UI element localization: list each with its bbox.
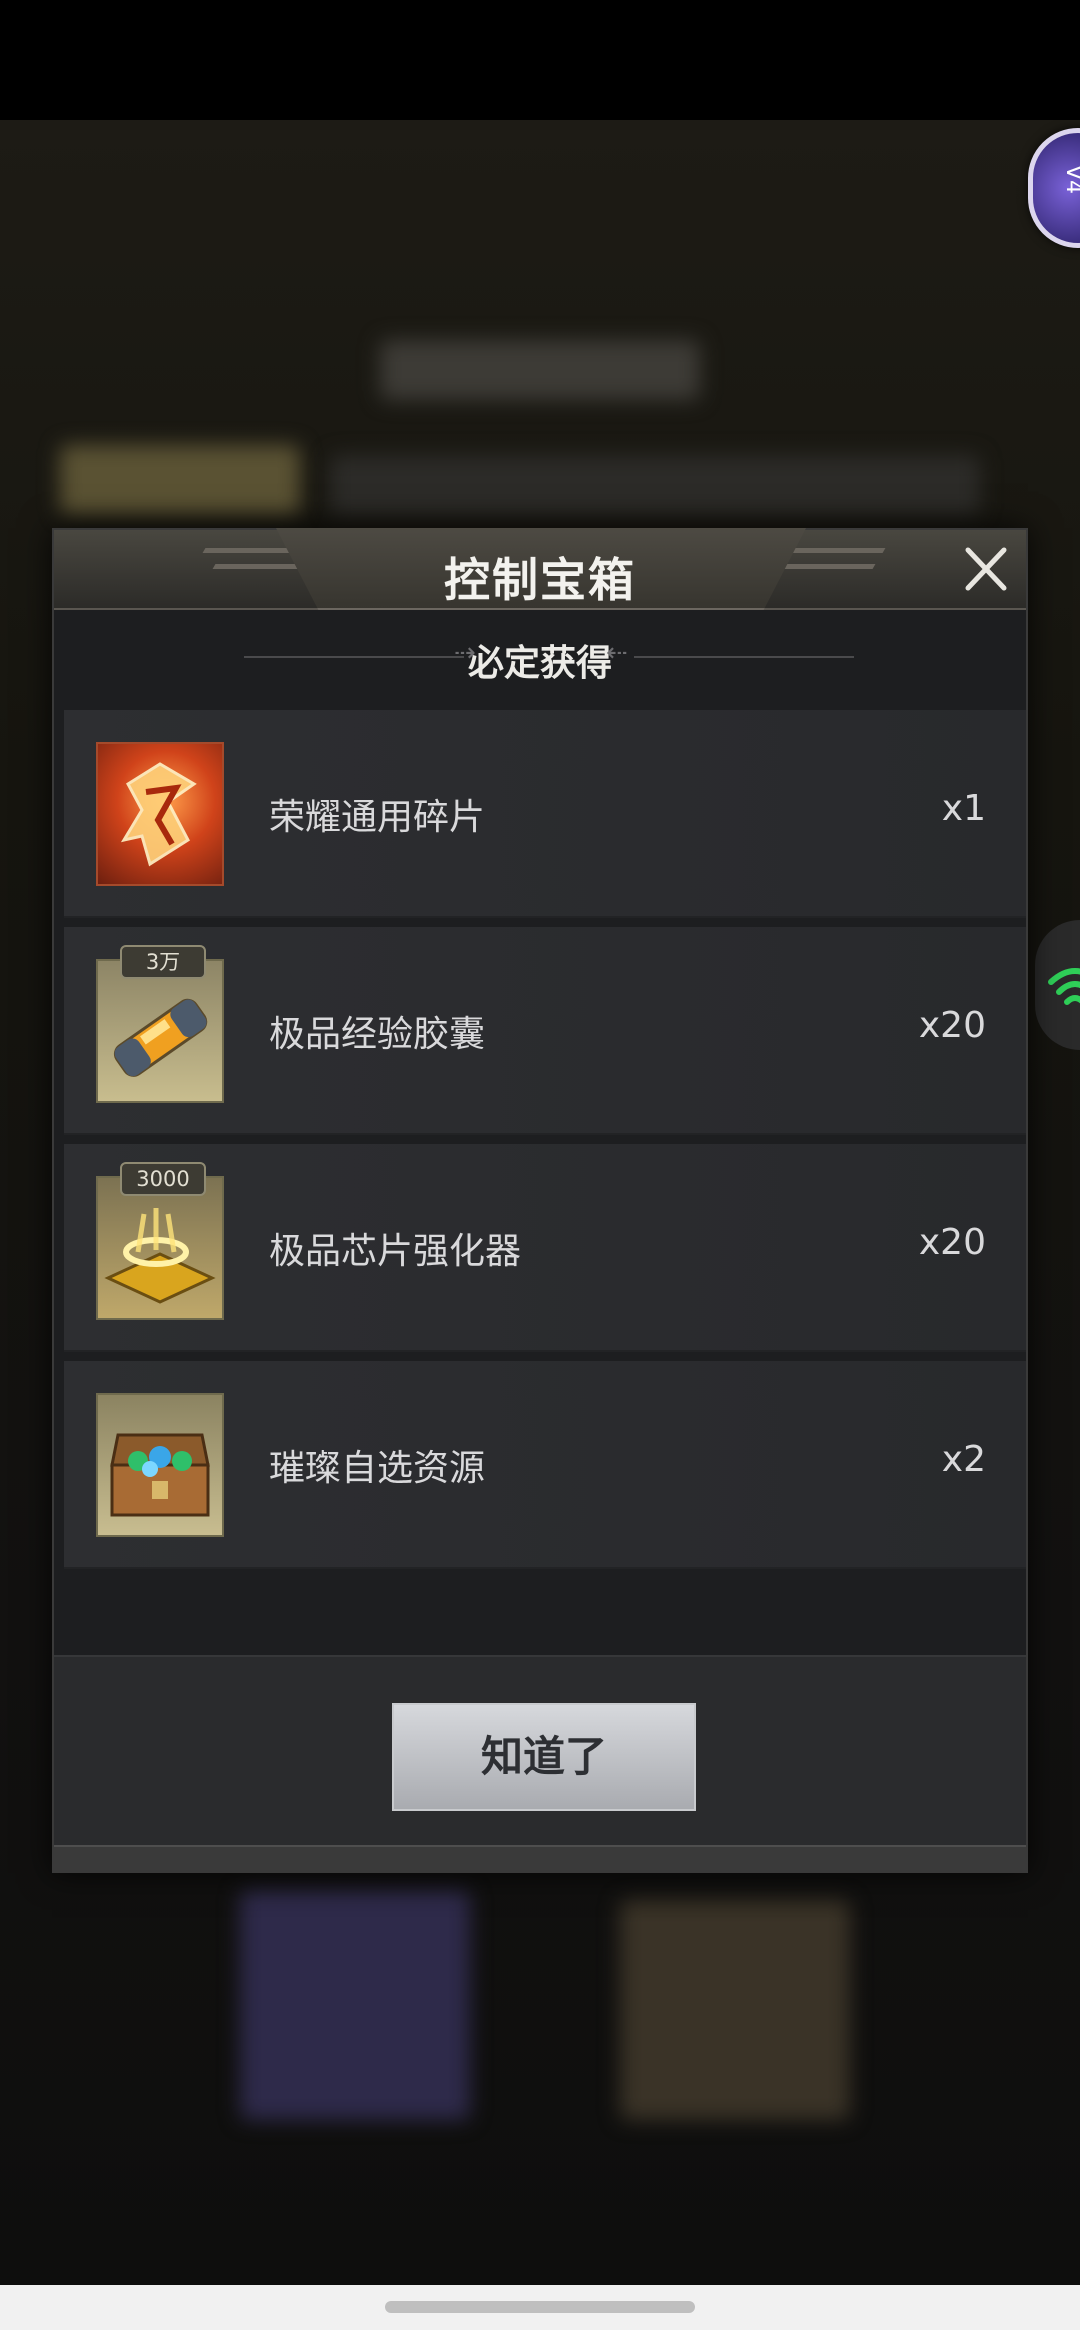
list-item[interactable]: 荣耀通用碎片 x1 <box>64 710 1026 918</box>
item-count: x2 <box>941 1439 986 1480</box>
close-icon[interactable] <box>962 544 1010 594</box>
resource-chest-icon <box>96 1393 224 1537</box>
glory-fragment-icon <box>96 742 224 886</box>
acknowledge-button[interactable]: 知道了 <box>392 1703 696 1811</box>
item-name: 荣耀通用碎片 <box>269 797 486 838</box>
status-bar <box>0 0 1080 120</box>
section-title: 必定获得 <box>467 643 612 684</box>
left-arrow-icon: ⇠ <box>606 638 628 668</box>
quantity-badge: 3000 <box>120 1162 206 1196</box>
exp-capsule-icon: 3万 <box>96 945 224 1103</box>
item-name: 极品经验胶囊 <box>269 1014 486 1055</box>
item-name: 极品芯片强化器 <box>269 1231 522 1272</box>
dialog-title: 控制宝箱 <box>444 553 636 607</box>
reward-list: 荣耀通用碎片 x1 3万 极品经验胶囊 x20 3000 极品芯片强化器 x20… <box>64 710 1026 1578</box>
chip-enhancer-icon: 3000 <box>96 1162 224 1320</box>
dialog-footer: 知道了 <box>54 1655 1026 1845</box>
list-item[interactable]: 3000 极品芯片强化器 x20 <box>64 1144 1026 1352</box>
item-name: 璀璨自选资源 <box>269 1448 486 1489</box>
list-item[interactable]: 璀璨自选资源 x2 <box>64 1361 1026 1569</box>
list-item[interactable]: 3万 极品经验胶囊 x20 <box>64 927 1026 1135</box>
item-count: x20 <box>918 1005 986 1046</box>
floating-button-label: V4 <box>1061 164 1080 195</box>
section-header: ⇢ 必定获得 ⇠ <box>54 612 1026 702</box>
dialog-header: 控制宝箱 <box>54 528 1026 610</box>
home-indicator[interactable] <box>385 2301 695 2313</box>
reward-preview-dialog: 控制宝箱 ⇢ 必定获得 ⇠ 荣耀通用碎片 x1 3万 极品经验胶囊 x20 30… <box>52 528 1028 1873</box>
quantity-badge: 3万 <box>120 945 206 979</box>
dialog-bottom-bar <box>54 1845 1026 1871</box>
item-count: x20 <box>918 1222 986 1263</box>
wifi-icon <box>1048 968 1080 1005</box>
item-count: x1 <box>941 788 986 829</box>
